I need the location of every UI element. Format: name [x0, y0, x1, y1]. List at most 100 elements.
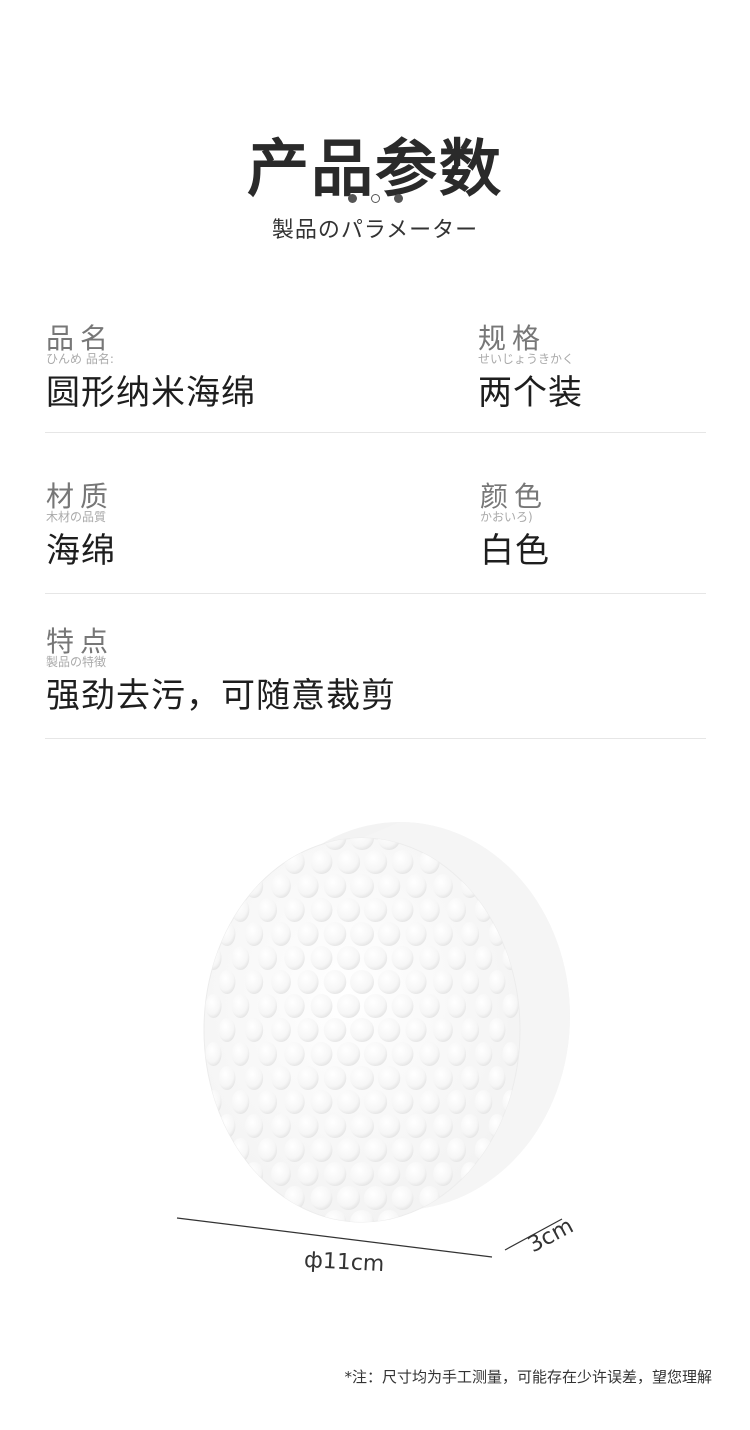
diameter-label: ф11cm — [303, 1247, 385, 1278]
sponge-dimple — [419, 1090, 440, 1114]
sponge-dimple — [336, 850, 361, 874]
sponge-dimple — [244, 922, 264, 946]
param-color: 颜色 かおいろ) 白色 — [480, 482, 550, 574]
sponge-dimple — [405, 874, 427, 898]
param-label: 材质 — [46, 480, 115, 513]
sponge-dimple — [447, 1138, 466, 1162]
sponge-dimple — [310, 946, 333, 970]
sponge-dimple — [323, 874, 347, 898]
sponge-dimple — [488, 1018, 506, 1042]
sponge-dimple — [336, 946, 361, 970]
sponge-dimple — [363, 850, 388, 874]
sponge-dimple — [323, 1018, 347, 1042]
sponge-dimple — [350, 1066, 374, 1090]
sponge-dimple — [405, 970, 427, 994]
sponge-dimple — [323, 922, 347, 946]
page-subtitle: 製品のパラメーター — [271, 218, 479, 243]
divider — [45, 593, 706, 594]
param-label: 规格 — [478, 322, 547, 355]
sponge-dimple — [460, 970, 480, 994]
sponge-dimple — [310, 1186, 333, 1210]
sponge-dimple — [405, 1162, 427, 1186]
sponge-dimple — [310, 994, 333, 1018]
sponge-dimple — [297, 874, 319, 898]
sponge-dimple — [377, 970, 401, 994]
sponge-dimple — [323, 1210, 347, 1222]
param-material: 材质 木材の品質 海绵 — [46, 482, 116, 574]
sponge-dimple — [323, 970, 347, 994]
sponge-dimple — [205, 994, 222, 1018]
sponge-image — [176, 822, 570, 1258]
sponge-dimple — [244, 874, 264, 898]
sponge-dimple — [271, 970, 291, 994]
sponge-dimple — [205, 946, 222, 970]
sponge-dimple — [350, 1018, 374, 1042]
sponge-dimple — [391, 994, 414, 1018]
sponge-dimple — [284, 1186, 305, 1210]
sponge-dimple — [363, 898, 388, 922]
sponge-dimple — [447, 946, 466, 970]
sponge-dimple — [433, 1162, 453, 1186]
sponge-dimple — [258, 1090, 277, 1114]
sponge-dimple — [336, 1186, 361, 1210]
sponge-dimple — [336, 1042, 361, 1066]
sponge-dimple — [258, 898, 277, 922]
sponge-dimple — [271, 874, 291, 898]
measurement-note: *注：尺寸均为手工测量，可能存在少许误差，望您理解 — [344, 1368, 712, 1386]
param-sublabel: ひんめ 品名: — [46, 352, 114, 366]
sponge-dimple — [377, 1114, 401, 1138]
sponge-dimple — [271, 1162, 291, 1186]
sponge-dimple — [310, 1090, 333, 1114]
sponge-dimple — [284, 946, 305, 970]
sponge-dimple — [284, 898, 305, 922]
sponge-dimple — [391, 898, 414, 922]
sponge-dimple — [231, 1042, 250, 1066]
sponge-dimple — [336, 994, 361, 1018]
sponge-dimple — [433, 874, 453, 898]
sponge-dimple — [284, 994, 305, 1018]
param-label: 颜色 — [480, 480, 549, 513]
param-value: 白色 — [480, 531, 550, 571]
sponge-dimple — [474, 1042, 493, 1066]
param-spec: 规格 せいじょうきかく 两个装 — [478, 324, 583, 416]
sponge-dimple — [310, 1042, 333, 1066]
sponge-dimple — [284, 850, 305, 874]
sponge-dimple — [323, 1162, 347, 1186]
sponge-dimple — [502, 994, 519, 1018]
sponge-dimple — [447, 994, 466, 1018]
title-dots — [0, 194, 750, 203]
sponge-dimple — [488, 970, 506, 994]
sponge-dimple — [447, 1042, 466, 1066]
sponge-dimple — [405, 1018, 427, 1042]
param-label: 特点 — [46, 625, 115, 658]
sponge-dimple — [363, 1042, 388, 1066]
sponge-dimple — [258, 994, 277, 1018]
param-sublabel: 木材の品質 — [46, 510, 107, 524]
sponge-dimple — [363, 1138, 388, 1162]
sponge-dimple — [405, 922, 427, 946]
sponge-dimple — [488, 1066, 506, 1090]
sponge-dimple — [350, 1114, 374, 1138]
sponge-dimple — [460, 1114, 480, 1138]
sponge-dimple — [310, 850, 333, 874]
param-feature: 特点 製品の特徴 强劲去污，可随意裁剪 — [46, 627, 396, 719]
sponge-dimple — [405, 1114, 427, 1138]
sponge-dimple — [244, 1162, 264, 1186]
sponge-dimple — [377, 922, 401, 946]
sponge-dimple — [336, 1090, 361, 1114]
param-name: 品名 ひんめ 品名: 圆形纳米海绵 — [46, 324, 256, 416]
sponge-dimple — [323, 1066, 347, 1090]
sponge-dimple — [205, 1090, 222, 1114]
sponge-dimple — [258, 1042, 277, 1066]
sponge-dimple — [363, 994, 388, 1018]
sponge-dimple — [377, 1210, 401, 1222]
sponge-dimple — [447, 898, 466, 922]
sponge-dimple — [350, 922, 374, 946]
sponge-dimple — [391, 1138, 414, 1162]
sponge-dimple — [297, 970, 319, 994]
sponge-dimple — [271, 922, 291, 946]
param-value: 海绵 — [46, 531, 116, 571]
sponge-dimple — [363, 946, 388, 970]
sponge-dimple — [391, 1186, 414, 1210]
sponge-dimple — [350, 1162, 374, 1186]
